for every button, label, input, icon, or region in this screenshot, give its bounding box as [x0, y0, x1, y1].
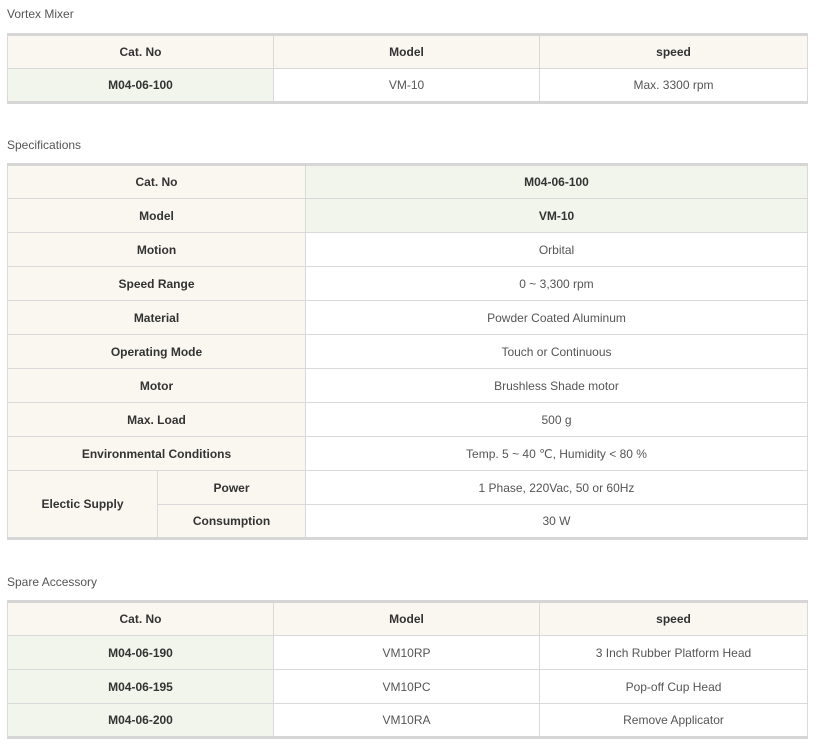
spec-value: Powder Coated Aluminum: [305, 300, 808, 335]
spec-label: Speed Range: [7, 266, 306, 301]
model-cell: VM10PC: [273, 669, 540, 704]
spec-value: VM-10: [305, 198, 808, 233]
cat-no-cell: M04-06-195: [7, 669, 274, 704]
spec-value: Brushless Shade motor: [305, 368, 808, 403]
specifications-title: Specifications: [7, 138, 82, 152]
cat-no-cell: M04-06-200: [7, 703, 274, 738]
table-row: M04-06-100 VM-10 Max. 3300 rpm: [7, 68, 808, 103]
table-header-row: Cat. No Model speed: [7, 601, 808, 636]
power-value: 1 Phase, 220Vac, 50 or 60Hz: [305, 470, 808, 505]
spec-value: M04-06-100: [305, 164, 808, 199]
spec-value: Orbital: [305, 232, 808, 267]
specifications-table: Cat. No M04-06-100 Model VM-10 Motion Or…: [7, 163, 808, 540]
power-label: Power: [157, 470, 306, 505]
spec-label: Motor: [7, 368, 306, 403]
spec-row-cat-no: Cat. No M04-06-100: [7, 164, 808, 199]
spec-value: 0 ~ 3,300 rpm: [305, 266, 808, 301]
model-cell: VM10RP: [273, 635, 540, 670]
header-speed: speed: [539, 34, 808, 69]
model-cell: VM-10: [273, 68, 540, 103]
spec-row-power: Electic Supply Power 1 Phase, 220Vac, 50…: [7, 470, 808, 539]
table-row: M04-06-190 VM10RP 3 Inch Rubber Platform…: [7, 635, 808, 670]
header-model: Model: [273, 601, 540, 636]
spec-row-material: Material Powder Coated Aluminum: [7, 300, 808, 335]
table-header-row: Cat. No Model speed: [7, 34, 808, 69]
spec-label: Motion: [7, 232, 306, 267]
spec-row-motion: Motion Orbital: [7, 232, 808, 267]
speed-cell: Remove Applicator: [539, 703, 808, 738]
cat-no-cell: M04-06-100: [7, 68, 274, 103]
spec-row-motor: Motor Brushless Shade motor: [7, 368, 808, 403]
spec-row-operating-mode: Operating Mode Touch or Continuous: [7, 334, 808, 369]
cat-no-cell: M04-06-190: [7, 635, 274, 670]
speed-cell: Max. 3300 rpm: [539, 68, 808, 103]
speed-cell: 3 Inch Rubber Platform Head: [539, 635, 808, 670]
header-speed: speed: [539, 601, 808, 636]
table-row: M04-06-200 VM10RA Remove Applicator: [7, 703, 808, 738]
spec-label: Operating Mode: [7, 334, 306, 369]
spec-row-environmental-conditions: Environmental Conditions Temp. 5 ~ 40 ℃,…: [7, 436, 808, 471]
spare-accessory-title: Spare Accessory: [7, 575, 98, 589]
vortex-mixer-table: Cat. No Model speed M04-06-100 VM-10 Max…: [7, 33, 808, 104]
spec-value: Temp. 5 ~ 40 ℃, Humidity < 80 %: [305, 436, 808, 471]
spec-row-model: Model VM-10: [7, 198, 808, 233]
spec-label: Material: [7, 300, 306, 335]
spec-label: Cat. No: [7, 164, 306, 199]
header-cat-no: Cat. No: [7, 601, 274, 636]
spec-label: Model: [7, 198, 306, 233]
spec-label: Environmental Conditions: [7, 436, 306, 471]
spec-row-speed-range: Speed Range 0 ~ 3,300 rpm: [7, 266, 808, 301]
spare-accessory-table: Cat. No Model speed M04-06-190 VM10RP 3 …: [7, 600, 808, 739]
header-cat-no: Cat. No: [7, 34, 274, 69]
spec-value: Touch or Continuous: [305, 334, 808, 369]
electric-supply-label: Electic Supply: [7, 470, 158, 539]
consumption-label: Consumption: [157, 504, 306, 539]
model-cell: VM10RA: [273, 703, 540, 738]
header-model: Model: [273, 34, 540, 69]
speed-cell: Pop-off Cup Head: [539, 669, 808, 704]
spec-value: 500 g: [305, 402, 808, 437]
table-row: M04-06-195 VM10PC Pop-off Cup Head: [7, 669, 808, 704]
spec-label: Max. Load: [7, 402, 306, 437]
consumption-value: 30 W: [305, 504, 808, 539]
vortex-mixer-title: Vortex Mixer: [7, 7, 74, 21]
spec-row-max-load: Max. Load 500 g: [7, 402, 808, 437]
